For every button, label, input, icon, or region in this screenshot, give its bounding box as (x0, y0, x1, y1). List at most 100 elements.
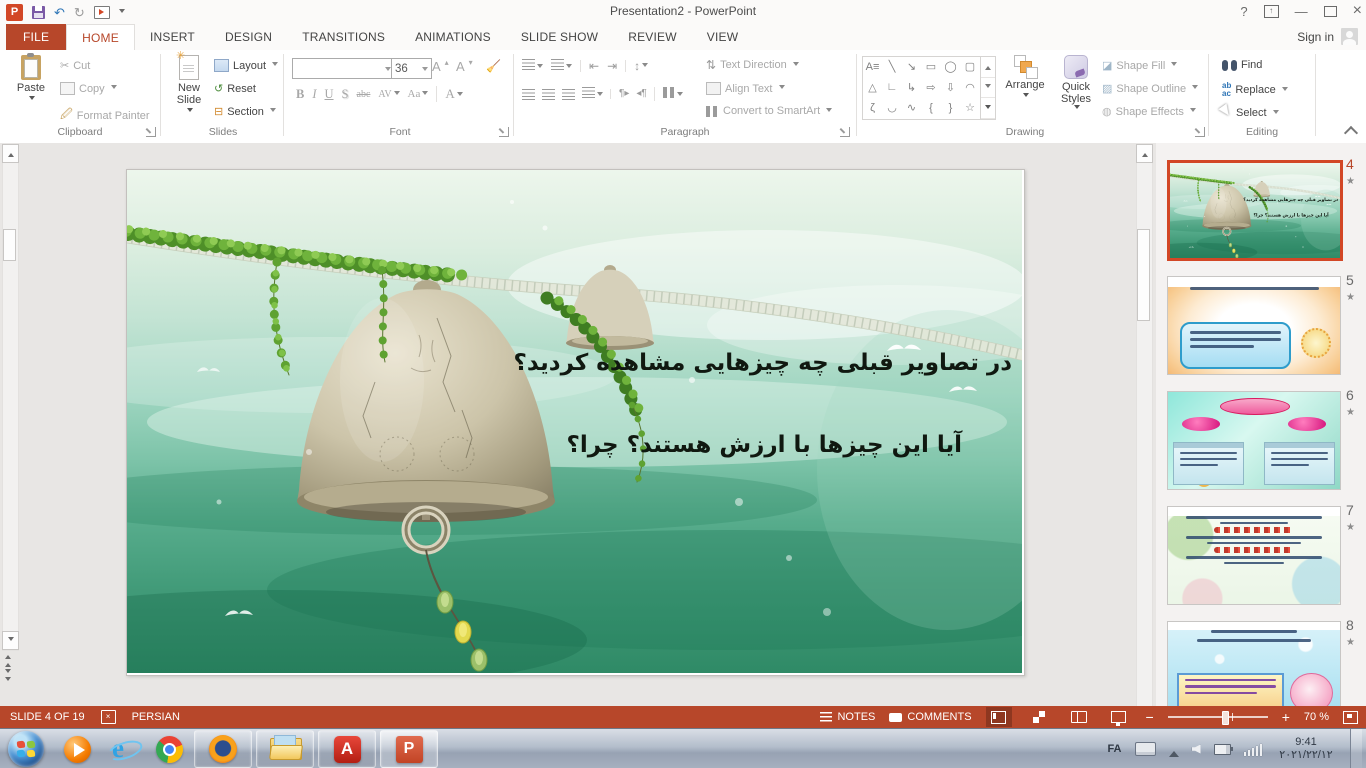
justify-button[interactable] (582, 87, 603, 101)
font-size-combo[interactable]: 36 (391, 58, 432, 79)
shape-scribble-icon[interactable]: ζ (863, 98, 882, 117)
shape-textbox-icon[interactable]: A≡ (863, 57, 882, 76)
replace-button[interactable]: abac Replace (1222, 82, 1288, 98)
language-indicator[interactable]: PERSIAN (132, 711, 180, 723)
shape-elbow-arrow-icon[interactable]: ↳ (902, 78, 921, 97)
columns-button[interactable] (654, 87, 683, 101)
shape-triangle-icon[interactable]: △ (863, 78, 882, 97)
clock[interactable]: 9:41 ۲۰۲۱/۲۲/۱۲ (1275, 736, 1337, 762)
shape-outline-button[interactable]: ▨ Shape Outline (1102, 82, 1198, 95)
tab-home[interactable]: HOME (66, 24, 135, 51)
shape-rectangle-icon[interactable]: ▭ (922, 57, 941, 76)
shape-curve-icon[interactable]: ◡ (883, 98, 902, 117)
battery-icon[interactable] (1214, 744, 1231, 755)
thumbnail-slide-5[interactable] (1167, 276, 1341, 375)
clear-formatting-button[interactable]: 🧹 (486, 59, 501, 73)
select-button[interactable]: Select (1222, 105, 1279, 121)
bullets-button[interactable] (522, 59, 543, 73)
thumbnail-slide-6[interactable] (1167, 391, 1341, 490)
tab-insert[interactable]: INSERT (135, 24, 210, 50)
left-to-right-button[interactable]: ¶▸ (610, 89, 629, 99)
sign-in[interactable]: Sign in (1297, 28, 1358, 45)
tab-animations[interactable]: ANIMATIONS (400, 24, 506, 50)
volume-icon[interactable] (1192, 745, 1201, 754)
align-text-button[interactable]: Align Text (706, 82, 785, 95)
thumbnail-slide-8[interactable] (1167, 621, 1341, 706)
right-to-left-button[interactable]: ◂¶ (636, 89, 646, 99)
text-direction-button[interactable]: ⇅ Text Direction (706, 59, 799, 71)
shape-arrow-icon[interactable]: ↘ (902, 57, 921, 76)
next-slide-button[interactable] (2, 670, 14, 682)
shape-elbow-icon[interactable]: ∟ (883, 78, 902, 97)
help-icon[interactable]: ? (1240, 4, 1247, 19)
language-bar[interactable]: FA (1107, 743, 1121, 755)
paste-button[interactable]: Paste (8, 55, 54, 103)
slide-canvas[interactable]: در تصاویر قبلی چه چیزهایی مشاهده کردید؟ … (126, 169, 1025, 676)
shape-rounded-rect-icon[interactable]: ▢ (961, 57, 980, 76)
file-explorer-button[interactable] (256, 730, 314, 768)
media-player-button[interactable] (54, 730, 100, 768)
layout-button[interactable]: Layout (214, 59, 278, 72)
font-dialog-launcher-icon[interactable] (499, 127, 509, 137)
notes-button[interactable]: NOTES (820, 711, 875, 723)
tab-design[interactable]: DESIGN (210, 24, 287, 50)
shape-line-icon[interactable]: ╲ (883, 57, 902, 76)
zoom-in-icon[interactable]: + (1282, 709, 1290, 725)
paragraph-dialog-launcher-icon[interactable] (840, 127, 850, 137)
font-name-combo[interactable] (292, 58, 395, 79)
tray-expand-icon[interactable] (1169, 746, 1179, 757)
find-button[interactable]: Find (1222, 59, 1262, 71)
font-color-button[interactable]: A (436, 86, 466, 102)
new-slide-button[interactable]: New Slide (166, 55, 212, 115)
tab-transitions[interactable]: TRANSITIONS (287, 24, 400, 50)
strikethrough-button[interactable]: abc (353, 89, 375, 100)
shape-star-icon[interactable]: ☆ (961, 98, 980, 117)
align-left-button[interactable] (522, 89, 535, 100)
reading-view-button[interactable] (1066, 707, 1092, 727)
zoom-level[interactable]: 70 % (1304, 711, 1329, 723)
previous-slide-button[interactable] (2, 653, 14, 665)
character-spacing-button[interactable]: AV (374, 89, 403, 100)
zoom-slider[interactable] (1168, 716, 1268, 718)
text-shadow-button[interactable]: S (338, 87, 353, 102)
shape-down-arrow-icon[interactable]: ⇩ (941, 78, 960, 97)
section-button[interactable]: ⊟ Section (214, 105, 276, 118)
show-desktop-button[interactable] (1350, 729, 1362, 768)
slide-sorter-button[interactable] (1026, 707, 1052, 727)
zoom-slider-thumb[interactable] (1222, 711, 1229, 725)
editor-scroll-up-button[interactable] (2, 144, 19, 163)
arrange-button[interactable]: Arrange (1000, 55, 1050, 100)
italic-button[interactable]: I (308, 87, 320, 102)
shape-arc-icon[interactable]: ◠ (961, 78, 980, 97)
shape-freeform-icon[interactable]: ∿ (902, 98, 921, 117)
decrease-indent-button[interactable]: ⇤ (580, 60, 599, 72)
acrobat-button[interactable]: A (318, 730, 376, 768)
shape-right-brace-icon[interactable]: } (941, 98, 960, 117)
slideshow-button[interactable] (1106, 707, 1132, 727)
shapes-scroll-down[interactable] (981, 78, 995, 99)
network-icon[interactable] (1244, 743, 1263, 756)
collapse-ribbon-icon[interactable] (1344, 126, 1358, 140)
copy-button[interactable]: Copy (60, 82, 117, 95)
shape-effects-button[interactable]: ◍ Shape Effects (1102, 105, 1196, 118)
internet-explorer-button[interactable]: e (100, 730, 146, 768)
align-right-button[interactable] (562, 89, 575, 100)
normal-view-button[interactable] (986, 707, 1012, 727)
fit-slide-icon[interactable] (1343, 711, 1358, 724)
shapes-scroll-up[interactable] (981, 57, 995, 78)
align-center-button[interactable] (542, 89, 555, 100)
shape-oval-icon[interactable]: ◯ (941, 57, 960, 76)
thumbnail-slide-7[interactable] (1167, 506, 1341, 605)
close-icon[interactable]: × (1353, 2, 1362, 20)
slide-text-line1[interactable]: در تصاویر قبلی چه چیزهایی مشاهده کردید؟ (514, 350, 1013, 376)
thumbnail-scrollbar-thumb[interactable] (1137, 229, 1150, 321)
thumbnail-slide-4[interactable]: در تصاویر قبلی چه چیزهایی مشاهده کردید؟ … (1167, 160, 1343, 261)
convert-smartart-button[interactable]: Convert to SmartArt (706, 105, 832, 117)
spell-check-icon[interactable]: × (101, 710, 116, 724)
tab-view[interactable]: VIEW (692, 24, 753, 50)
shape-right-arrow-icon[interactable]: ⇨ (922, 78, 941, 97)
cut-button[interactable]: ✂ Cut (60, 59, 90, 72)
start-button[interactable] (8, 731, 44, 767)
powerpoint-taskbar-button[interactable]: P (380, 730, 438, 768)
shapes-gallery-more[interactable] (981, 98, 995, 119)
